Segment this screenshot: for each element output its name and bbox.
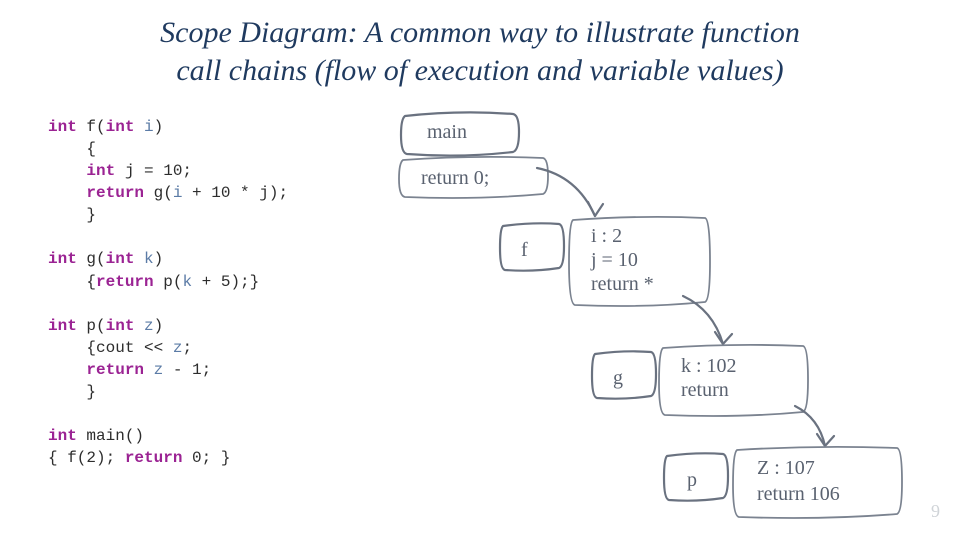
hand-g-ret: return	[681, 379, 729, 401]
title-line-2: call chains (flow of execution and varia…	[176, 54, 783, 87]
hand-main-label: main	[427, 121, 467, 143]
hand-f-ret: return *	[591, 273, 654, 295]
hand-g-k: k : 102	[681, 355, 737, 377]
page-number: 9	[931, 501, 940, 522]
kw-int: int	[48, 118, 77, 136]
hand-g-label: g	[613, 367, 623, 389]
hand-p-z: Z : 107	[757, 457, 815, 479]
code-block: int f(int i) { int j = 10; return g(i + …	[48, 116, 288, 469]
hand-p-label: p	[687, 469, 697, 491]
hand-f-label: f	[521, 239, 528, 261]
hand-f-j: j = 10	[590, 249, 638, 271]
hand-main-return: return 0;	[421, 167, 489, 189]
slide: Scope Diagram: A common way to illustrat…	[0, 0, 960, 540]
hand-p-ret: return 106	[757, 483, 840, 505]
hand-f-i: i : 2	[591, 225, 622, 247]
slide-title: Scope Diagram: A common way to illustrat…	[40, 14, 920, 89]
scope-diagram-drawing: main return 0; f i : 2 j = 10 return * g…	[395, 108, 935, 528]
title-line-1: Scope Diagram: A common way to illustrat…	[160, 16, 800, 49]
